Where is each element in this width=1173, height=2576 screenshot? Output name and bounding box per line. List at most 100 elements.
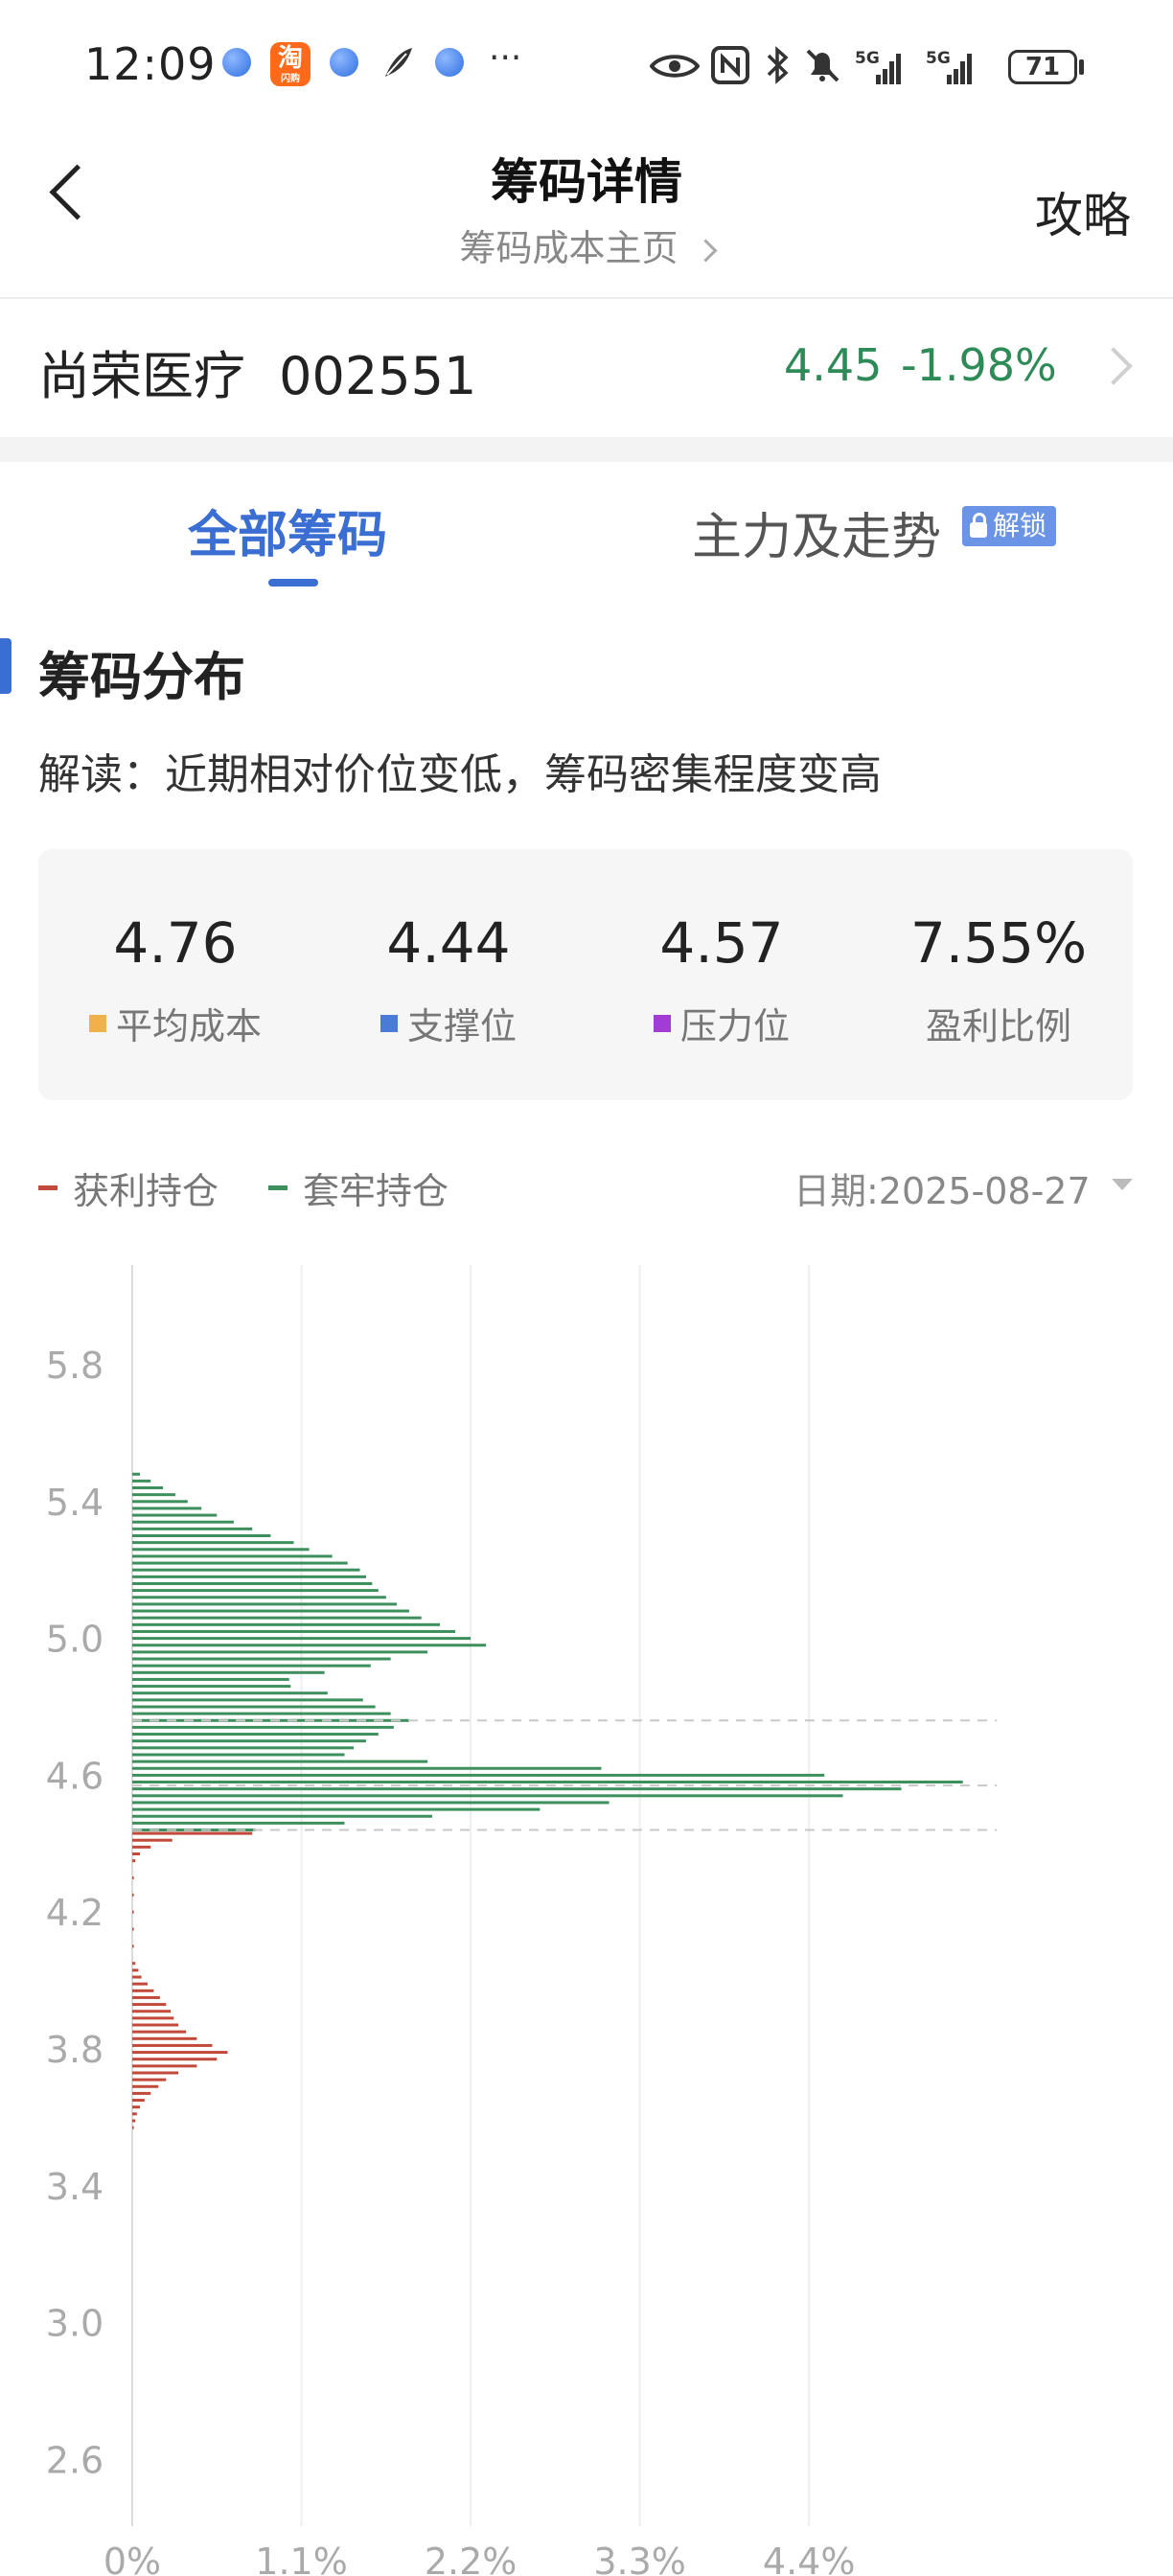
section-divider bbox=[0, 437, 1173, 462]
chip-bar bbox=[132, 1773, 825, 1777]
eye-icon bbox=[650, 55, 700, 78]
y-tick-label: 3.8 bbox=[46, 2029, 104, 2071]
x-tick-label: 2.2% bbox=[425, 2541, 518, 2576]
chip-bar bbox=[132, 1746, 355, 1750]
chip-bar bbox=[132, 1753, 345, 1757]
chip-bar bbox=[132, 1472, 141, 1476]
stock-price: 4.45 bbox=[784, 339, 883, 391]
tab-main-force-trend[interactable]: 主力及走势 bbox=[692, 496, 941, 568]
page-title: 筹码详情 bbox=[491, 154, 682, 210]
chip-bar bbox=[132, 1962, 136, 1966]
chip-bar bbox=[132, 1995, 160, 1999]
chip-bar bbox=[132, 2071, 179, 2075]
chip-bar bbox=[132, 1831, 253, 1835]
chip-bar bbox=[132, 2058, 218, 2061]
status-bar: 12:09 淘闪购 ··· 5G 5G 71 bbox=[0, 0, 1173, 134]
chip-bar bbox=[132, 1859, 136, 1863]
chip-bar bbox=[132, 1739, 366, 1743]
chip-bar bbox=[132, 1821, 345, 1825]
unlock-badge[interactable]: 解锁 bbox=[962, 506, 1057, 546]
chip-bar bbox=[132, 1852, 141, 1856]
chip-bar bbox=[132, 2003, 167, 2007]
chip-bar bbox=[132, 1814, 432, 1818]
chip-bar bbox=[132, 1575, 366, 1578]
chip-bar bbox=[132, 2051, 228, 2055]
chip-bar bbox=[132, 1838, 172, 1842]
more-notifications: ··· bbox=[489, 38, 522, 78]
chip-bar bbox=[132, 2112, 137, 2116]
bluetooth-icon bbox=[767, 46, 789, 84]
chip-bar bbox=[132, 2064, 197, 2068]
stat-support: 4.44 支撑位 bbox=[324, 910, 573, 1049]
chip-bar bbox=[132, 2091, 151, 2095]
chip-bar bbox=[132, 1629, 456, 1633]
y-tick-label: 3.4 bbox=[46, 2166, 104, 2208]
chip-bar bbox=[132, 2126, 134, 2129]
chip-bar bbox=[132, 2119, 136, 2123]
chip-bar bbox=[132, 1989, 154, 1992]
unlock-text: 解锁 bbox=[993, 510, 1047, 541]
chip-bar bbox=[132, 1616, 422, 1620]
chip-bar bbox=[132, 2043, 213, 2047]
chip-bar bbox=[132, 1493, 175, 1497]
dropdown-caret-icon[interactable] bbox=[1112, 1179, 1133, 1190]
browser-icon bbox=[435, 48, 464, 77]
chip-bar bbox=[132, 2010, 172, 2013]
chip-bar bbox=[132, 1927, 134, 1931]
chip-bar bbox=[132, 2078, 167, 2082]
stat-value: 4.44 bbox=[386, 910, 511, 976]
interpretation-text: 解读：近期相对价位变低，筹码密集程度变高 bbox=[38, 750, 882, 799]
chip-bar bbox=[132, 1760, 428, 1763]
legend-dash-icon bbox=[38, 1185, 58, 1190]
legend-dash-icon bbox=[268, 1185, 288, 1190]
chip-bar bbox=[132, 1548, 310, 1552]
y-tick-label: 4.6 bbox=[46, 1755, 104, 1797]
strategy-button[interactable]: 攻略 bbox=[1035, 177, 1131, 246]
chip-bar bbox=[132, 1513, 218, 1517]
stat-label: 支撑位 bbox=[406, 1005, 517, 1047]
y-tick-label: 5.0 bbox=[46, 1619, 104, 1661]
chip-bar bbox=[132, 2030, 187, 2034]
section-marker bbox=[0, 638, 12, 694]
chip-bar bbox=[132, 1657, 391, 1661]
stat-value: 7.55% bbox=[909, 910, 1088, 976]
y-tick-label: 4.2 bbox=[46, 1892, 104, 1934]
legend-label: 获利持仓 bbox=[73, 1170, 219, 1212]
date-selector[interactable]: 日期:2025-08-27 bbox=[794, 1162, 1091, 1214]
chip-bar bbox=[132, 2016, 174, 2020]
stat-value: 4.76 bbox=[113, 910, 238, 976]
chip-bar bbox=[132, 1893, 134, 1897]
chip-bar bbox=[132, 1968, 139, 1972]
chip-bar bbox=[132, 1602, 398, 1606]
legend-label: 套牢持仓 bbox=[303, 1170, 449, 1212]
stock-change: -1.98% bbox=[901, 339, 1057, 391]
chip-bar bbox=[132, 1725, 394, 1729]
chip-bar bbox=[132, 1733, 379, 1736]
chip-bar bbox=[132, 1541, 294, 1545]
chip-bar bbox=[132, 2105, 141, 2109]
chip-bar bbox=[132, 1982, 149, 1986]
chip-bar bbox=[132, 1637, 472, 1641]
signal-5g-icon: 5G bbox=[926, 49, 972, 84]
subtitle-link[interactable]: 筹码成本主页 bbox=[0, 218, 1173, 271]
chip-bar bbox=[132, 1698, 363, 1702]
chip-bar bbox=[132, 1589, 379, 1593]
browser-icon bbox=[222, 48, 251, 77]
chip-bar bbox=[132, 1910, 134, 1914]
chip-bar bbox=[132, 1944, 134, 1948]
chip-bar bbox=[132, 1486, 164, 1490]
browser-icon bbox=[330, 48, 358, 77]
chip-bar bbox=[132, 1845, 151, 1849]
chip-bar bbox=[132, 1479, 151, 1483]
lock-icon bbox=[970, 513, 987, 538]
battery-cap bbox=[1079, 59, 1084, 75]
feather-icon bbox=[385, 48, 412, 77]
chip-bar bbox=[132, 1691, 328, 1695]
signal-5g-icon: 5G bbox=[855, 49, 901, 84]
chip-bar bbox=[132, 2036, 197, 2040]
tab-all-chips[interactable]: 全部筹码 bbox=[188, 494, 387, 566]
battery-icon: 71 bbox=[1008, 50, 1077, 84]
y-tick-label: 5.4 bbox=[46, 1482, 104, 1524]
chip-bar bbox=[132, 1581, 373, 1585]
chip-bar bbox=[132, 1876, 134, 1879]
